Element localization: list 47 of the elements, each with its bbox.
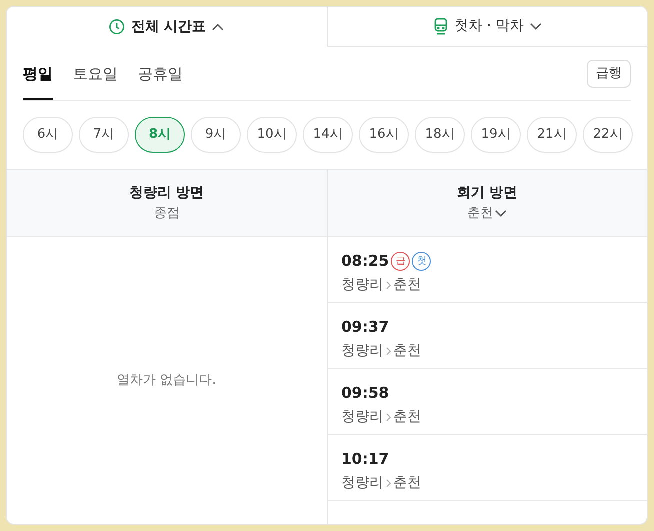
train-badge: 급 [391, 252, 410, 271]
direction-title: 회기 방면 [456, 184, 518, 203]
terminal-station: 종점 [154, 204, 180, 223]
train-row[interactable]: 08:25 급 첫 청량리 춘천 [328, 237, 647, 303]
hour-chip[interactable]: 16시 [359, 117, 409, 153]
destination-station: 춘천 [394, 408, 422, 426]
departure-time: 08:25 [342, 251, 390, 272]
destination-station: 춘천 [394, 276, 422, 294]
chevron-right-icon [386, 412, 392, 422]
terminal-station: 춘천 [467, 204, 494, 223]
hour-chip[interactable]: 7시 [79, 117, 129, 153]
departure-time: 10:17 [342, 449, 390, 470]
origin-station: 청량리 [342, 342, 384, 360]
origin-station: 청량리 [342, 474, 384, 492]
hour-chip[interactable]: 21시 [527, 117, 577, 153]
hour-chip[interactable]: 10시 [247, 117, 297, 153]
train-badge: 첫 [412, 252, 432, 271]
hour-chip[interactable]: 19시 [471, 117, 521, 153]
origin-station: 청량리 [342, 408, 384, 426]
train-icon [432, 18, 449, 35]
clock-icon [109, 19, 126, 35]
train-row[interactable]: 10:17 청량리 춘천 [328, 435, 647, 501]
chevron-down-icon [530, 22, 542, 30]
train-row[interactable]: 09:37 청량리 춘천 [328, 303, 647, 369]
destination-station: 춘천 [394, 342, 422, 360]
chevron-down-icon [495, 210, 508, 218]
hour-chip[interactable]: 14시 [303, 117, 353, 153]
express-filter-button[interactable]: 급행 [587, 60, 631, 88]
hour-chip[interactable]: 22시 [583, 117, 633, 153]
chevron-up-icon [212, 23, 224, 31]
train-row[interactable]: 09:58 청량리 춘천 [328, 369, 647, 435]
day-tab[interactable]: 공휴일 [138, 47, 183, 100]
origin-station: 청량리 [342, 276, 384, 294]
view-tab[interactable]: 첫차 · 막차 [326, 7, 647, 47]
empty-message: 열차가 없습니다. [117, 372, 216, 390]
hour-chip[interactable]: 6시 [23, 117, 73, 153]
hour-chip[interactable]: 9시 [191, 117, 241, 153]
chevron-right-icon [386, 346, 392, 356]
day-tab[interactable]: 평일 [23, 47, 53, 100]
day-tab[interactable]: 토요일 [73, 47, 118, 100]
chevron-right-icon [386, 478, 392, 488]
departure-time: 09:37 [342, 317, 390, 338]
departure-time: 09:58 [342, 383, 390, 404]
direction-title: 청량리 방면 [129, 184, 204, 203]
destination-station: 춘천 [394, 474, 422, 492]
chevron-right-icon [386, 280, 392, 290]
hour-chip[interactable]: 18시 [415, 117, 465, 153]
